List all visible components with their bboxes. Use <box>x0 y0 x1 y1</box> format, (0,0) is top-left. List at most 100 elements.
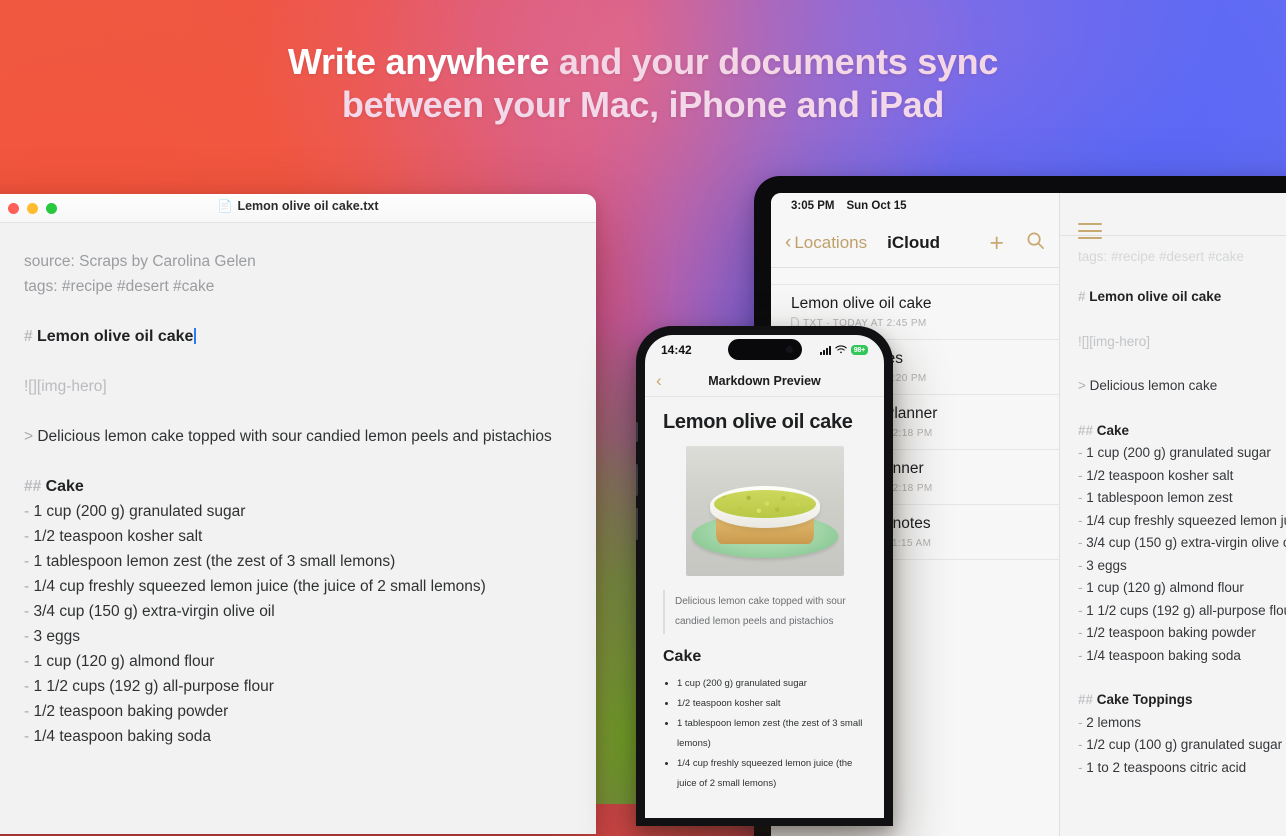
ipad-line: ![][img-hero] <box>1078 333 1151 349</box>
ipad-editor-pane[interactable]: tags: #recipe #desert #cake # Lemon olive… <box>1060 193 1286 836</box>
mac-line: - 1 cup (120 g) almond flour <box>24 653 215 670</box>
ipad-line: - 1 cup (200 g) granulated sugar <box>1078 445 1271 460</box>
ipad-line: ## Cake Toppings <box>1078 692 1193 707</box>
volume-up-button[interactable] <box>636 464 638 496</box>
status-indicators: 98+ <box>819 341 868 359</box>
iphone-nav-title: Markdown Preview <box>708 373 821 388</box>
iphone-status-bar: 14:42 98+ <box>645 335 884 365</box>
ham-bar-3 <box>1078 237 1102 239</box>
headline-rest: and your documents sync <box>549 41 999 82</box>
mac-line: ## Cake <box>24 478 84 495</box>
ipad-blank-line <box>1078 264 1286 286</box>
volume-down-button[interactable] <box>636 508 638 540</box>
preview-section-heading: Cake <box>663 648 702 665</box>
mac-line: - 1/2 teaspoon kosher salt <box>24 528 203 545</box>
ipad-status-bar: 3:05 PM Sun Oct 15 <box>771 193 1059 219</box>
ham-bar-2 <box>1078 230 1102 232</box>
ipad-line: - 1 1/2 cups (192 g) all-purpose flour <box>1078 602 1286 618</box>
ipad-line: - 1/4 cup freshly squeezed lemon juice <box>1078 512 1286 528</box>
mac-line: - 1/4 teaspoon baking soda <box>24 728 211 745</box>
cellular-bars-icon <box>819 345 831 355</box>
headline-line2: between your Mac, iPhone and iPad <box>341 84 945 125</box>
ipad-line: - 1 to 2 teaspoons citric acid <box>1078 759 1247 775</box>
plus-icon[interactable]: + <box>989 230 1004 256</box>
locations-label: Locations <box>794 233 868 252</box>
ipad-navbar[interactable]: ‹ Locations iCloud + <box>771 219 1059 267</box>
preview-quote-text: Delicious lemon cake topped with sour ca… <box>675 596 846 627</box>
ipad-blank-line <box>1078 309 1286 331</box>
ipad-editor-toolbar[interactable] <box>1060 193 1286 239</box>
cake-photo <box>685 446 844 576</box>
ipad-line: - 1/2 teaspoon kosher salt <box>1078 467 1234 483</box>
mac-blank-line <box>24 299 596 324</box>
page-headline: Write anywhere and your documents sync b… <box>0 40 1286 126</box>
ipad-blank-line <box>1078 353 1286 375</box>
ipad-line: - 1/2 teaspoon baking powder <box>1078 625 1256 640</box>
mac-line: - 1/2 teaspoon baking powder <box>24 703 229 720</box>
mac-blank-line <box>24 399 596 424</box>
dynamic-island <box>727 339 802 360</box>
ipad-line: - 1/4 teaspoon baking soda <box>1078 647 1241 663</box>
cake-illustration <box>686 466 844 562</box>
ipad-date: Sun Oct 15 <box>846 200 907 212</box>
silent-switch[interactable] <box>636 422 638 442</box>
text-cursor <box>194 328 197 344</box>
icloud-title: iCloud <box>887 233 940 252</box>
iphone-navbar[interactable]: ‹ Markdown Preview <box>645 365 884 397</box>
mac-line: ![][img-hero] <box>24 378 107 395</box>
ipad-clock: 3:05 PM <box>791 200 835 212</box>
wifi-icon <box>835 341 847 359</box>
ipad-line: - 1/2 cup (100 g) granulated sugar <box>1078 737 1283 752</box>
mac-titlebar[interactable]: 📄 Lemon olive oil cake.txt <box>0 194 596 223</box>
preview-title: Lemon olive oil cake <box>663 411 853 433</box>
mac-blank-line <box>24 449 596 474</box>
search-icon[interactable] <box>1026 231 1045 255</box>
mac-line: - 3/4 cup (150 g) extra-virgin olive oil <box>24 603 275 620</box>
list-item: 1/4 cup freshly squeezed lemon juice (th… <box>677 754 866 794</box>
mac-line: - 1 tablespoon lemon zest (the zest of 3… <box>24 553 396 570</box>
document-icon: 📄 <box>217 199 233 213</box>
ipad-blank-line <box>1078 398 1286 420</box>
battery-indicator: 98+ <box>850 345 868 355</box>
ipad-line: # Lemon olive oil cake <box>1078 289 1222 304</box>
ipad-line: - 3 eggs <box>1078 557 1127 573</box>
iphone-preview-content[interactable]: Lemon olive oil cake Delicious lemon cak… <box>645 397 884 794</box>
preview-quote: Delicious lemon cake topped with sour ca… <box>663 590 866 634</box>
ipad-line: ## Cake <box>1078 422 1130 438</box>
ipad-line: - 1 tablespoon lemon zest <box>1078 490 1233 505</box>
mac-line: # Lemon olive oil cake <box>24 324 596 349</box>
ham-bar-1 <box>1078 223 1102 225</box>
mac-window[interactable]: 📄 Lemon olive oil cake.txt source: Scrap… <box>0 194 596 834</box>
iphone-screen[interactable]: 14:42 98+ ‹ Markdown Preview Lemon olive… <box>645 335 884 818</box>
hamburger-menu-icon[interactable] <box>1078 223 1102 244</box>
ipad-line: - 3/4 cup (150 g) extra-virgin olive oil <box>1078 535 1286 550</box>
list-item: 1/2 teaspoon kosher salt <box>677 694 866 714</box>
pistachio-topping <box>713 490 816 518</box>
chevron-left-icon: ‹ <box>785 232 792 253</box>
ipad-editor-text[interactable]: tags: #recipe #desert #cake # Lemon olive… <box>1060 235 1286 779</box>
list-item: 1 cup (200 g) granulated sugar <box>677 674 866 694</box>
mac-editor-body[interactable]: source: Scraps by Carolina Gelen tags: #r… <box>0 223 596 749</box>
mac-blank-line <box>24 349 596 374</box>
ipad-line: - 1 cup (120 g) almond flour <box>1078 580 1244 595</box>
ipad-blank-line <box>1078 667 1286 689</box>
mac-window-title: 📄 Lemon olive oil cake.txt <box>0 199 596 213</box>
mac-line: - 3 eggs <box>24 628 81 645</box>
mac-filename: Lemon olive oil cake.txt <box>237 199 379 213</box>
ipad-line: - 2 lemons <box>1078 714 1142 730</box>
mac-line: > Delicious lemon cake topped with sour … <box>24 428 552 445</box>
iphone-device[interactable]: 14:42 98+ ‹ Markdown Preview Lemon olive… <box>636 326 893 826</box>
chevron-left-icon[interactable]: ‹ <box>656 371 662 391</box>
iphone-clock: 14:42 <box>661 343 692 357</box>
mac-line: tags: #recipe #desert #cake <box>24 278 215 295</box>
ipad-file-row[interactable] <box>771 268 1059 285</box>
ipad-line: tags: #recipe #desert #cake <box>1078 249 1244 264</box>
mac-line: - 1 1/2 cups (192 g) all-purpose flour <box>24 678 274 695</box>
mac-line: source: Scraps by Carolina Gelen <box>24 253 256 270</box>
mac-line: - 1/4 cup freshly squeezed lemon juice (… <box>24 578 486 595</box>
ipad-line: > Delicious lemon cake <box>1078 378 1218 393</box>
mac-line: - 1 cup (200 g) granulated sugar <box>24 503 246 520</box>
file-name: Lemon olive oil cake <box>791 295 932 312</box>
locations-back-button[interactable]: ‹ Locations <box>785 232 867 254</box>
headline-strong: Write anywhere <box>287 41 550 82</box>
